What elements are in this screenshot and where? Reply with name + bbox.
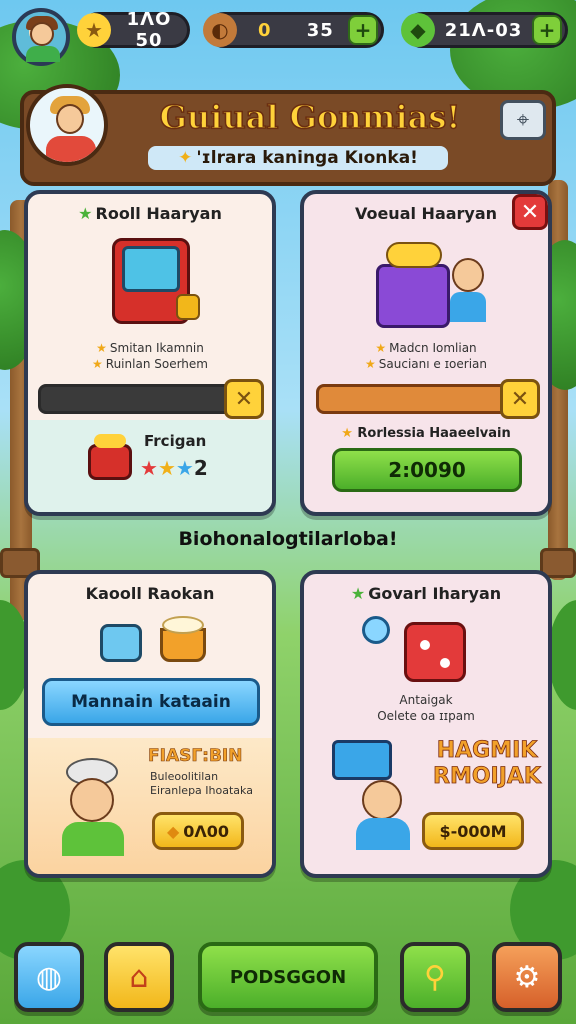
close-button[interactable]: ✕ [512,194,548,230]
chef-character-illustration [48,750,138,860]
page-title: Guiual Gonmias! [159,97,461,137]
player-avatar[interactable] [12,8,70,66]
shop-card-1[interactable]: Kaooll Raokan Mannain kataain FIASГ:BIN … [24,570,276,878]
nav-inventory-button[interactable]: ◍ [14,942,84,1012]
header-banner: Guiual Gonmias! ✦'ɪlrara kaninga Kıonka!… [20,84,556,186]
nav-settings-button[interactable]: ⚙ [492,942,562,1012]
star-icon: ★ [341,426,353,441]
reward-stars: ★★★2 [140,456,208,480]
coin-currency: ◐ 0 35 + [203,12,384,48]
banner-subtitle: ✦'ɪlrara kaninga Kıonka! [148,146,448,170]
promo-lines: Buleoolitilan Eiranlepa Ihoataka [150,770,253,797]
diamond-icon: ◆ [166,821,180,841]
card-title: Kaooll Raokan [85,584,215,603]
search-icon: ⚲ [424,959,446,995]
boy-character-illustration [326,734,436,854]
quest-card-2[interactable]: Voeual Haaryan ✕ ★ Madcn Iomlian ★ Saucian… [300,190,552,516]
map-icon: ⌖ [516,107,530,133]
add-coins-button[interactable]: + [348,15,378,45]
claim-button[interactable]: 2:0090 [332,448,522,492]
gem-currency-value: 21Λ-03 [444,19,523,41]
basket-icon [98,616,144,664]
cancel-button[interactable]: ✕ [224,379,264,419]
treasure-cart-illustration [86,432,134,484]
progress-bar [316,384,510,414]
add-gems-button[interactable]: + [532,15,562,45]
star-currency: ★ 1ΛΟ 50 [77,9,190,51]
star-icon: ★ [175,456,194,480]
progress-bar [38,384,234,414]
buy-button[interactable]: $-000M [422,812,524,850]
star-icon: ★ [140,456,158,480]
home-icon: ⌂ [129,959,149,995]
gem-icon: ◆ [401,13,435,47]
shop-card-2[interactable]: ★ Govarl Iharyan Antaigak Oelete oa ɪɪpam… [300,570,552,878]
nav-play-button[interactable]: PODSGGON [198,942,378,1012]
bag-icon: ◍ [35,959,63,995]
promo-title: FIASГ:BIN [148,746,243,767]
reward-title: Frcigan [144,432,207,450]
nav-home-button[interactable]: ⌂ [104,942,174,1012]
cancel-button[interactable]: ✕ [500,379,540,419]
sparkle-icon: ✦ [178,148,193,168]
coin-value-b: 35 [306,19,334,41]
character-avatar [26,84,108,166]
treasure-chest-illustration [366,234,496,334]
star-icon: ★ [157,456,176,480]
coin-icon: ◐ [203,13,237,47]
main-action-button[interactable]: Mannain kataain [42,678,260,726]
top-bar: ★ 1ΛΟ 50 ◐ 0 35 + ◆ 21Λ-03 + [8,8,568,66]
card-title: ★ Govarl Iharyan [350,584,502,603]
dice-box-illustration [400,614,472,686]
star-icon: ★ [350,584,366,603]
card-title: ★ Rooll Haaryan [78,204,222,223]
card-bullets: ★ Smitan Ikamnin ★ Ruinlan Soerhem [92,341,208,371]
section-heading: Biohonalogtilarloba! [178,528,398,550]
star-icon: ★ [78,204,93,223]
promo-title: HAGMIK RMOIJAK [433,738,542,790]
popcorn-bucket-icon [156,614,210,664]
reward-title: ★ Rorlessia Haaeelvain [341,426,511,441]
star-icon: ★ [77,13,111,47]
coin-value-a: 0 [257,19,272,41]
star-currency-value: 1ΛΟ 50 [126,9,172,51]
card-bullets: ★ Madcn Iomlian ★ Saucianı e ɪoerian [365,341,487,371]
map-button[interactable]: ⌖ [500,100,546,140]
gem-currency: ◆ 21Λ-03 + [401,12,568,48]
gear-icon: ⚙ [513,959,541,995]
card-bullets: Antaigak Oelete oa ɪɪpam [377,693,475,723]
nav-search-button[interactable]: ⚲ [400,942,470,1012]
arcade-machine-illustration [102,234,202,330]
magnifier-icon [360,614,400,654]
quest-card-1[interactable]: ★ Rooll Haaryan ★ Smitan Ikamnin ★ Ruinlan … [24,190,276,516]
buy-button[interactable]: ◆ 0Λ00 [152,812,244,850]
